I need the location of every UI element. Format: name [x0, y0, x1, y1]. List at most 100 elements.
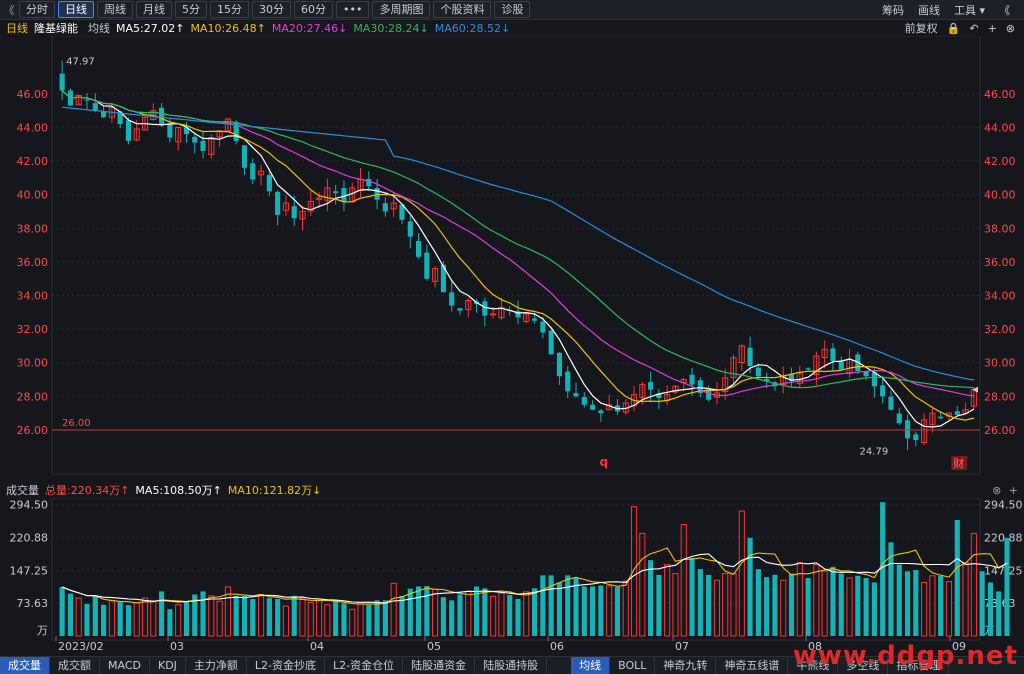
candle-body-down — [333, 191, 339, 193]
candle-body-down — [755, 367, 761, 377]
price-tick-right: 40.00 — [984, 189, 1016, 202]
volume-bar-up — [523, 591, 530, 637]
price-tick-left: 40.00 — [17, 189, 49, 202]
volume-bar-up — [921, 581, 928, 637]
indicator-tab-2[interactable]: MACD — [100, 657, 150, 674]
period-tab-6[interactable]: 30分 — [252, 1, 291, 18]
volume-bar-up — [133, 602, 140, 637]
period-tab-1[interactable]: 日线 — [58, 1, 94, 18]
volume-bar-up — [722, 573, 729, 637]
indicator-tab-9[interactable]: 均线 — [571, 657, 611, 674]
adjust-mode-button[interactable]: 前复权 — [905, 20, 938, 36]
volume-bar-down — [838, 573, 844, 636]
volume-bar-down — [565, 575, 571, 636]
ma-type[interactable]: 均线 — [88, 20, 110, 36]
volume-bar-up — [738, 510, 745, 637]
candle-body-down — [59, 73, 65, 91]
period-tab-3[interactable]: 月线 — [136, 1, 172, 18]
volume-bar-up — [713, 579, 720, 637]
volume-bar-down — [764, 577, 770, 636]
indicator-tab-1[interactable]: 成交额 — [50, 657, 100, 674]
candle-body-down — [341, 188, 347, 202]
period-tab-8[interactable]: ••• — [336, 1, 370, 18]
volume-bar-down — [341, 603, 347, 636]
volume-bar-up — [622, 580, 629, 637]
indicator-tab-7[interactable]: 陆股通资金 — [403, 657, 476, 674]
volume-bar-up — [316, 599, 323, 637]
indicator-tab-10[interactable]: BOLL — [610, 657, 656, 674]
volume-chart[interactable]: 294.50 294.50 220.88 220.88 147.25 147.25 73.6… — [0, 498, 1024, 656]
candle-body-down — [938, 416, 944, 419]
collapse-left-icon[interactable]: 《 — [2, 2, 16, 18]
indicator-tab-12[interactable]: 神奇五线谱 — [716, 657, 789, 674]
ma-legend: 日线 隆基绿能 均线 MA5:27.02↑ MA10:26.48↑ MA20:2… — [0, 20, 1024, 36]
volume-bar-down — [581, 586, 587, 636]
indicator-tab-5[interactable]: L2-资金抄底 — [247, 657, 326, 674]
candle-body-down — [648, 382, 654, 390]
indicator-tab-0[interactable]: 成交量 — [0, 657, 50, 674]
volume-bar-down — [954, 520, 960, 636]
period-tab-5[interactable]: 15分 — [210, 1, 249, 18]
indicator-tab-4[interactable]: 主力净额 — [186, 657, 247, 674]
period-tab-7[interactable]: 60分 — [294, 1, 333, 18]
candle-body-down — [449, 292, 455, 306]
volume-bar-up — [780, 579, 787, 637]
indicator-tab-11[interactable]: 神奇九转 — [655, 657, 717, 674]
price-tick-right: 44.00 — [984, 121, 1016, 134]
lock-icon[interactable]: 🔒 — [947, 22, 961, 35]
period-tab-4[interactable]: 5分 — [175, 1, 207, 18]
collapse-right-icon[interactable]: 《 — [999, 2, 1010, 18]
candle-body-down — [548, 330, 554, 355]
volume-indicator-name[interactable]: 成交量 — [6, 482, 39, 498]
price-tick-right: 30.00 — [984, 357, 1016, 370]
volume-add-icon[interactable]: + — [1009, 484, 1018, 497]
candle-body-down — [896, 413, 902, 424]
price-axis-right: 46.00 44.00 42.00 40.00 38.00 36.00 34.00 32.00… — [984, 88, 1016, 437]
volume-tick-left: 73.63 — [17, 597, 49, 610]
volume-bar-down — [772, 574, 778, 636]
candle-body-down — [167, 124, 173, 138]
indicator-tab-3[interactable]: KDJ — [150, 657, 186, 674]
close-icon[interactable]: ⊗ — [1006, 22, 1015, 35]
volume-close-icon[interactable]: ⊗ — [992, 484, 1001, 497]
tools-menu-button[interactable]: 工具 ▾ — [954, 2, 985, 18]
chip-distribution-button[interactable]: 筹码 — [882, 2, 904, 18]
candle-body-down — [482, 301, 488, 316]
volume-bar-down — [573, 578, 579, 636]
indicator-tab-6[interactable]: L2-资金仓位 — [325, 657, 404, 674]
date-label: 06 — [550, 640, 564, 653]
ma30-value: MA30:28.24↓ — [353, 21, 429, 35]
period-tab-2[interactable]: 周线 — [97, 1, 133, 18]
period-tab-0[interactable]: 分时 — [19, 1, 55, 18]
candle-body-down — [92, 103, 98, 111]
period-tab-10[interactable]: 个股资料 — [433, 1, 492, 18]
event-marker-q[interactable]: q — [599, 455, 608, 469]
volume-bar-down — [382, 600, 388, 636]
volume-bar-down — [656, 574, 662, 636]
candle-body-down — [954, 411, 960, 415]
volume-ma5: MA5:108.50万↑ — [135, 484, 222, 497]
volume-bar-up — [813, 564, 820, 637]
add-icon[interactable]: + — [988, 22, 997, 35]
volume-bar-down — [159, 591, 165, 636]
volume-bar-up — [108, 599, 115, 637]
price-chart[interactable]: 46.00 44.00 42.00 40.00 38.00 36.00 34.00 32.00… — [0, 36, 1024, 482]
candle-body-down — [913, 434, 919, 441]
volume-total: 总量:220.34万↑ — [45, 484, 130, 497]
period-tab-11[interactable]: 诊股 — [494, 1, 531, 18]
candle-body-down — [407, 221, 413, 237]
period-tab-9[interactable]: 多周期图 — [372, 1, 431, 18]
volume-bar-down — [275, 598, 281, 636]
indicator-tab-8[interactable]: 陆股通持股 — [475, 657, 548, 674]
volume-bar-down — [233, 595, 239, 636]
candle-body-down — [275, 191, 281, 215]
volume-bar-down — [590, 586, 596, 636]
draw-line-button[interactable]: 画线 — [918, 2, 940, 18]
candle-body-down — [888, 396, 894, 410]
candle-body-down — [573, 393, 579, 397]
candle-body-down — [84, 99, 90, 101]
undo-icon[interactable]: ↶ — [969, 22, 978, 35]
volume-bar-up — [606, 585, 613, 637]
volume-tick-right: 147.25 — [984, 564, 1023, 577]
financial-report-marker[interactable]: 财 — [951, 456, 968, 470]
